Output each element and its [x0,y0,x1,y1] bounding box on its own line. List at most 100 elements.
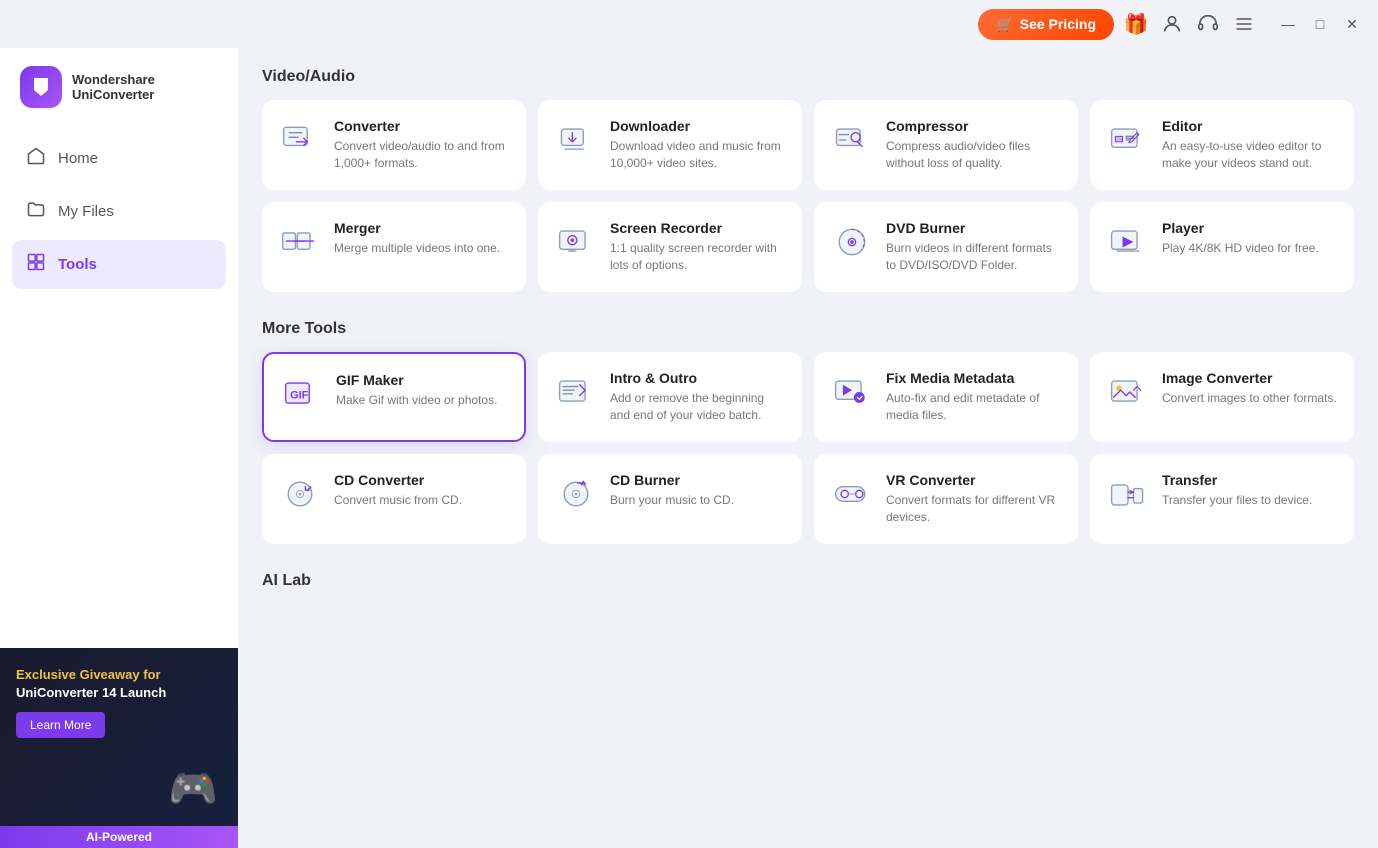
promo-banner: Exclusive Giveaway for UniConverter 14 L… [0,648,238,848]
logo-text: Wondershare UniConverter [72,72,155,102]
vr-converter-desc: Convert formats for different VR devices… [886,492,1062,526]
sidebar-home-label: Home [58,150,98,167]
app-logo-icon [20,66,62,108]
merger-desc: Merge multiple videos into one. [334,240,510,257]
promo-line2: UniConverter 14 Launch [16,684,166,702]
tool-card-vr-converter[interactable]: VR Converter Convert formats for differe… [814,454,1078,544]
home-icon [26,146,46,171]
tool-card-cd-converter[interactable]: CD Converter Convert music from CD. [262,454,526,544]
tool-card-cd-burner[interactable]: CD Burner Burn your music to CD. [538,454,802,544]
tool-card-downloader[interactable]: Downloader Download video and music from… [538,100,802,190]
close-button[interactable]: ✕ [1338,10,1366,38]
tool-card-intro-outro[interactable]: Intro & Outro Add or remove the beginnin… [538,352,802,442]
tools-icon [26,252,46,277]
title-bar: 🛒 See Pricing 🎁 — □ ✕ [0,0,1378,48]
transfer-name: Transfer [1162,472,1338,488]
cd-converter-icon-wrap [278,472,322,516]
promo-line1: Exclusive Giveaway for [16,666,161,684]
player-info: Player Play 4K/8K HD video for free. [1162,220,1338,257]
video-audio-grid: Converter Convert video/audio to and fro… [262,100,1354,292]
editor-info: Editor An easy-to-use video editor to ma… [1162,118,1338,172]
player-desc: Play 4K/8K HD video for free. [1162,240,1338,257]
sidebar-item-home[interactable]: Home [12,134,226,183]
player-icon-wrap [1106,220,1150,264]
editor-name: Editor [1162,118,1338,134]
section-ai-lab: AI Lab [262,572,1354,590]
downloader-icon-wrap [554,118,598,162]
svg-text:GIF: GIF [290,390,308,402]
downloader-name: Downloader [610,118,786,134]
dvd-burner-info: DVD Burner Burn videos in different form… [886,220,1062,274]
image-converter-icon-wrap [1106,370,1150,414]
gif-maker-icon-wrap: GIF [280,372,324,416]
sidebar-item-tools[interactable]: Tools [12,240,226,289]
tool-card-editor[interactable]: Editor An easy-to-use video editor to ma… [1090,100,1354,190]
intro-outro-desc: Add or remove the beginning and end of y… [610,390,786,424]
window-controls: — □ ✕ [1274,10,1366,38]
converter-name: Converter [334,118,510,134]
user-icon[interactable] [1158,10,1186,38]
transfer-desc: Transfer your files to device. [1162,492,1338,509]
gift-icon[interactable]: 🎁 [1122,10,1150,38]
promo-learn-more-button[interactable]: Learn More [16,712,105,738]
sidebar-myfiles-label: My Files [58,203,114,220]
headset-icon[interactable] [1194,10,1222,38]
intro-outro-name: Intro & Outro [610,370,786,386]
merger-info: Merger Merge multiple videos into one. [334,220,510,257]
tool-card-player[interactable]: Player Play 4K/8K HD video for free. [1090,202,1354,292]
dvd-burner-icon-wrap [830,220,874,264]
promo-decoration: 🎮 [148,748,238,828]
section-title-ai-lab: AI Lab [262,572,1354,590]
sidebar: Wondershare UniConverter Home M [0,48,238,848]
player-name: Player [1162,220,1338,236]
tool-card-image-converter[interactable]: Image Converter Convert images to other … [1090,352,1354,442]
dvd-burner-desc: Burn videos in different formats to DVD/… [886,240,1062,274]
sidebar-item-myfiles[interactable]: My Files [12,187,226,236]
screen-recorder-desc: 1:1 quality screen recorder with lots of… [610,240,786,274]
screen-recorder-icon-wrap [554,220,598,264]
section-more-tools: More Tools GIF GIF Maker Make Gif with v… [262,320,1354,544]
fix-media-metadata-icon-wrap [830,370,874,414]
more-tools-grid: GIF GIF Maker Make Gif with video or pho… [262,352,1354,544]
tool-card-converter[interactable]: Converter Convert video/audio to and fro… [262,100,526,190]
dvd-burner-name: DVD Burner [886,220,1062,236]
transfer-icon-wrap [1106,472,1150,516]
converter-info: Converter Convert video/audio to and fro… [334,118,510,172]
transfer-info: Transfer Transfer your files to device. [1162,472,1338,509]
tool-card-compressor[interactable]: Compressor Compress audio/video files wi… [814,100,1078,190]
cd-converter-info: CD Converter Convert music from CD. [334,472,510,509]
content-area: Video/Audio Converter Convert v [238,48,1378,848]
section-video-audio: Video/Audio Converter Convert v [262,68,1354,292]
main-layout: Wondershare UniConverter Home M [0,48,1378,848]
vr-converter-icon-wrap [830,472,874,516]
section-title-more-tools: More Tools [262,320,1354,338]
tool-card-dvd-burner[interactable]: DVD Burner Burn videos in different form… [814,202,1078,292]
cart-icon: 🛒 [996,16,1013,33]
tool-card-transfer[interactable]: Transfer Transfer your files to device. [1090,454,1354,544]
tool-card-gif-maker[interactable]: GIF GIF Maker Make Gif with video or pho… [262,352,526,442]
merger-name: Merger [334,220,510,236]
image-converter-name: Image Converter [1162,370,1338,386]
tool-card-screen-recorder[interactable]: Screen Recorder 1:1 quality screen recor… [538,202,802,292]
image-converter-info: Image Converter Convert images to other … [1162,370,1338,407]
menu-icon[interactable] [1230,10,1258,38]
screen-recorder-info: Screen Recorder 1:1 quality screen recor… [610,220,786,274]
maximize-button[interactable]: □ [1306,10,1334,38]
cd-converter-desc: Convert music from CD. [334,492,510,509]
fix-media-metadata-desc: Auto-fix and edit metadate of media file… [886,390,1062,424]
vr-converter-name: VR Converter [886,472,1062,488]
minimize-button[interactable]: — [1274,10,1302,38]
gif-maker-desc: Make Gif with video or photos. [336,392,508,409]
intro-outro-icon-wrap [554,370,598,414]
vr-converter-info: VR Converter Convert formats for differe… [886,472,1062,526]
compressor-name: Compressor [886,118,1062,134]
gif-maker-info: GIF Maker Make Gif with video or photos. [336,372,508,409]
sidebar-nav: Home My Files Tools [0,126,238,648]
fix-media-metadata-name: Fix Media Metadata [886,370,1062,386]
editor-desc: An easy-to-use video editor to make your… [1162,138,1338,172]
merger-icon-wrap [278,220,322,264]
see-pricing-button[interactable]: 🛒 See Pricing [978,9,1114,40]
tool-card-merger[interactable]: Merger Merge multiple videos into one. [262,202,526,292]
tool-card-fix-media-metadata[interactable]: Fix Media Metadata Auto-fix and edit met… [814,352,1078,442]
myfiles-icon [26,199,46,224]
